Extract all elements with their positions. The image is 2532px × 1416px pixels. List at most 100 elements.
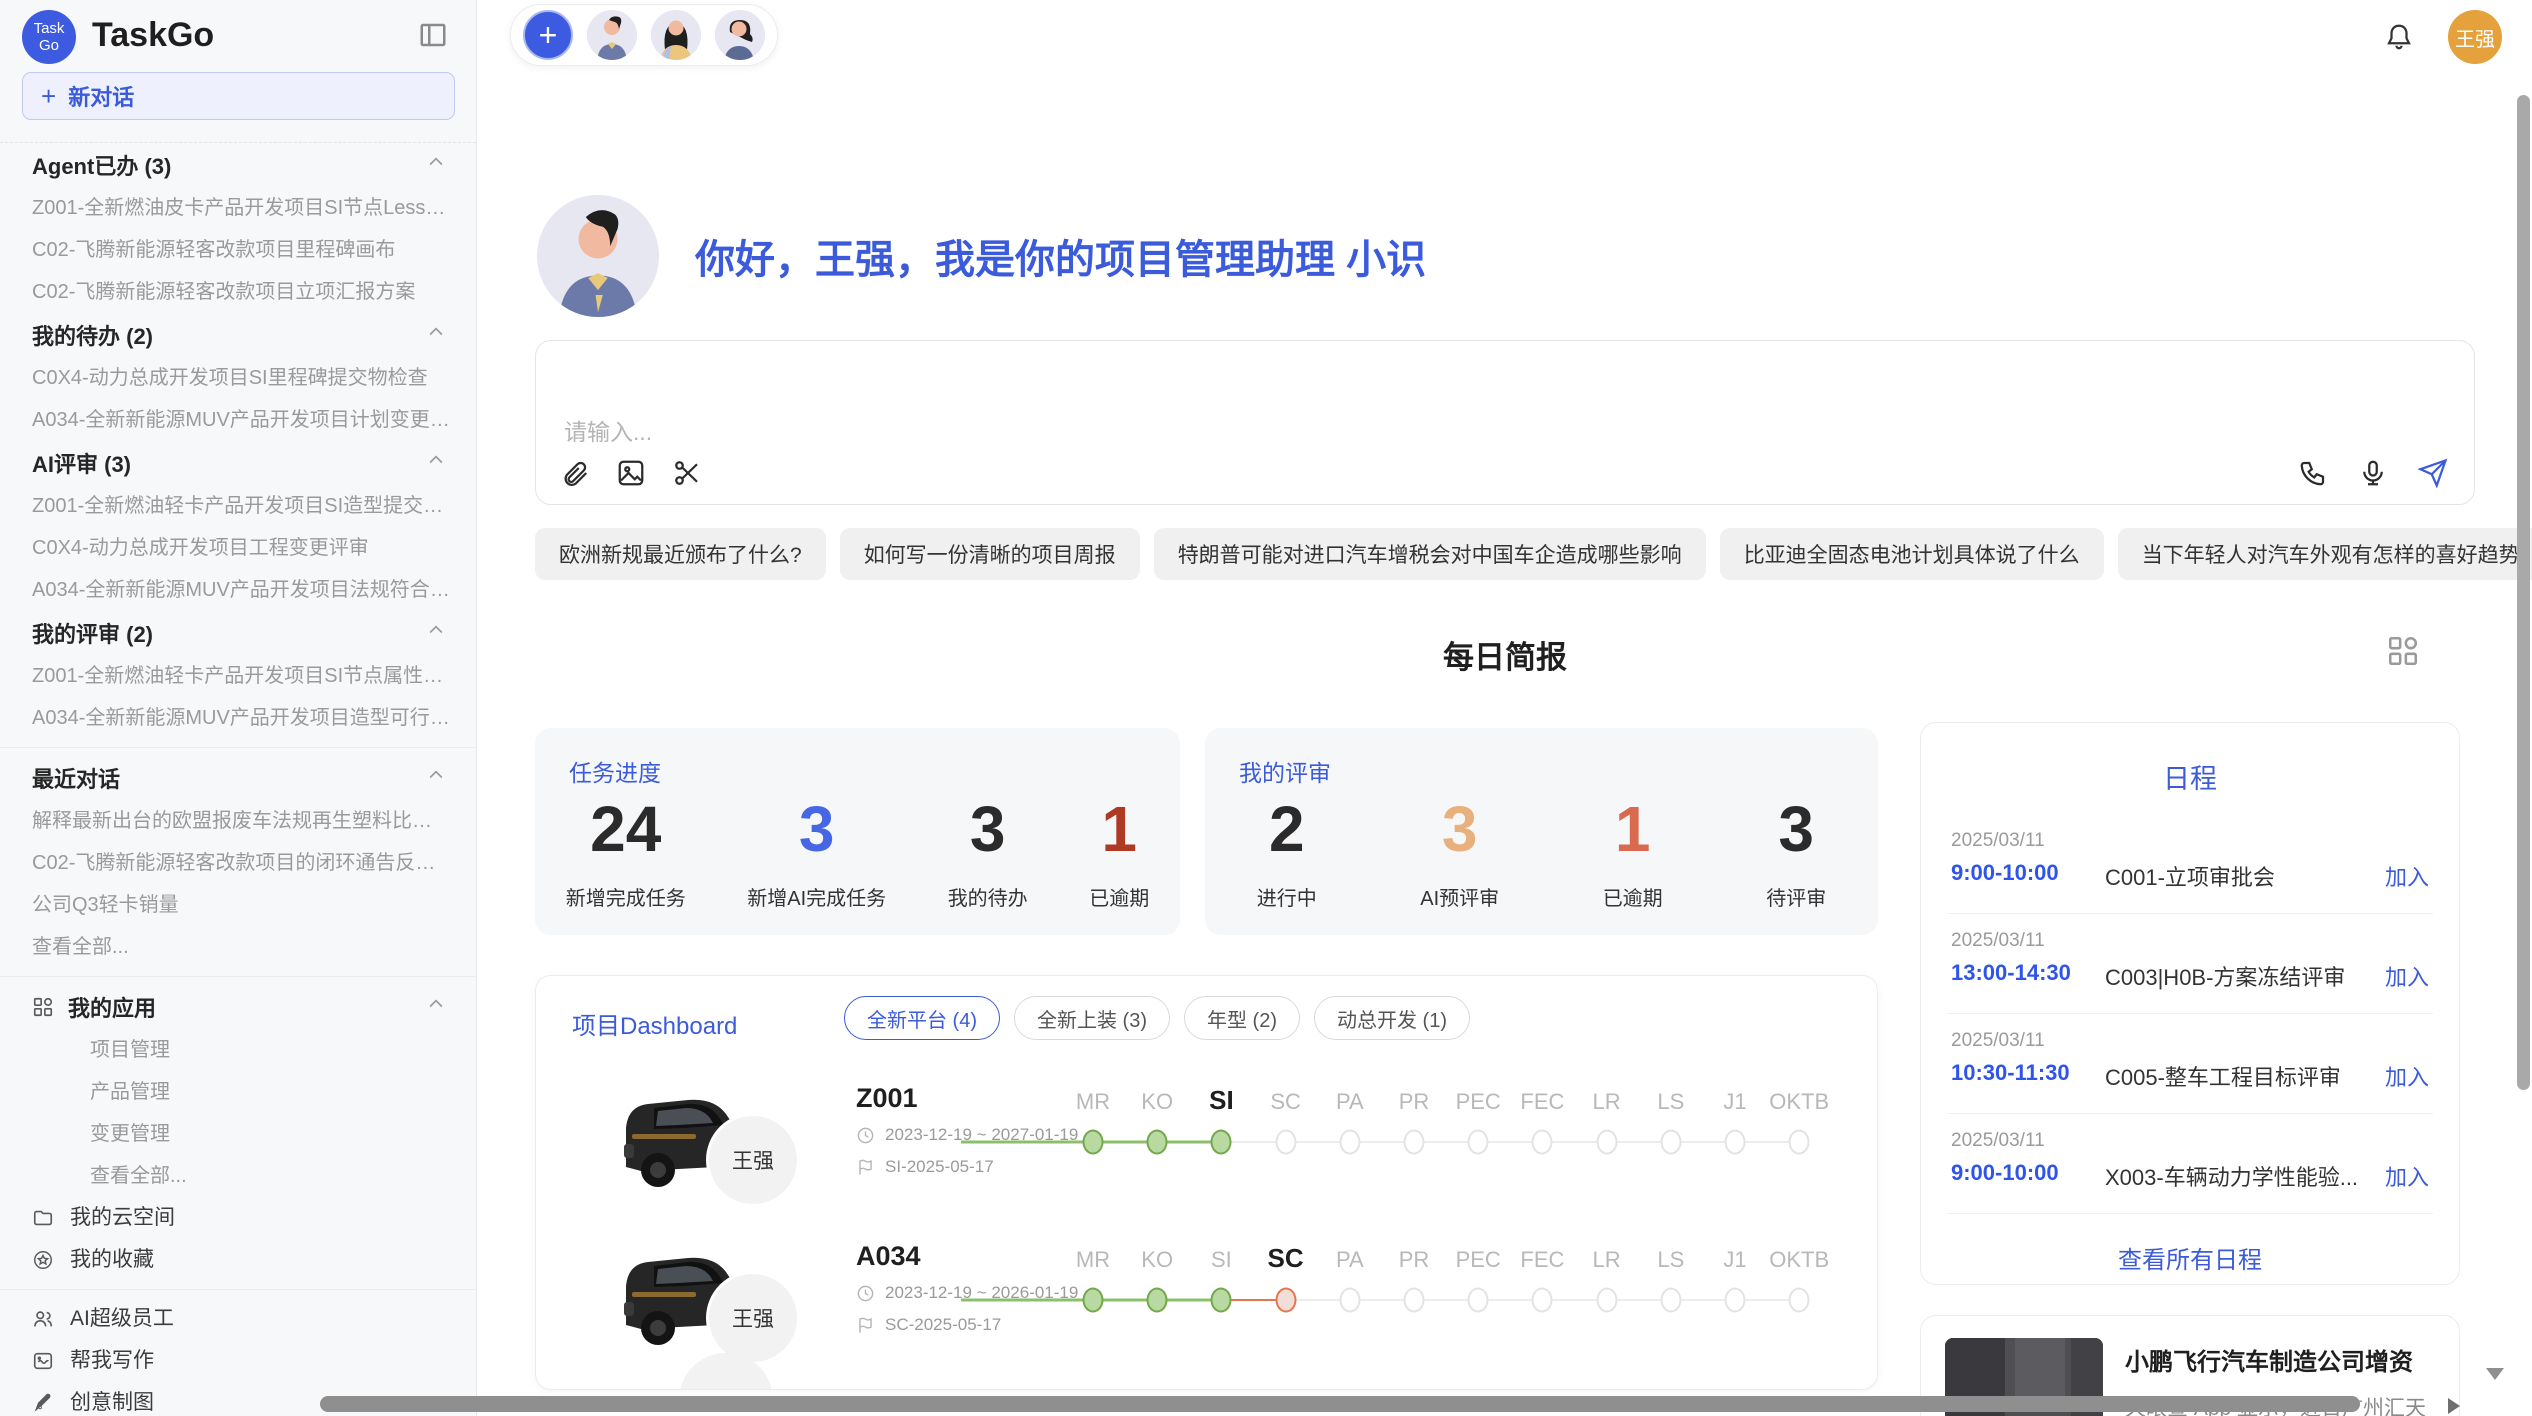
user-avatar[interactable]: 王强 bbox=[2448, 10, 2502, 64]
layout-grid-icon[interactable] bbox=[2386, 634, 2420, 668]
sidebar-task-item[interactable]: C0X4-动力总成开发项目SI里程碑提交物检查 bbox=[0, 357, 476, 399]
add-agent-button[interactable]: + bbox=[523, 10, 573, 60]
sidebar-task-item[interactable]: Z001-全新燃油轻卡产品开发项目SI节点属性5D文件评审 bbox=[0, 655, 476, 697]
scroll-right-arrow[interactable] bbox=[2448, 1398, 2460, 1414]
sidebar-group-header-2[interactable]: AI评审 (3) bbox=[0, 441, 476, 485]
sidebar-footer-item-0[interactable]: AI超级员工 bbox=[0, 1298, 476, 1340]
suggestion-chip[interactable]: 欧洲新规最近颁布了什么? bbox=[535, 528, 826, 580]
briefing-title: 每日简报 bbox=[535, 632, 2475, 677]
suggestion-chip[interactable]: 特朗普可能对进口汽车增税会对中国车企造成哪些影响 bbox=[1154, 528, 1706, 580]
chevron-up-icon[interactable] bbox=[426, 765, 446, 791]
milestone-dot-KO bbox=[1147, 1130, 1168, 1155]
chevron-up-icon[interactable] bbox=[426, 450, 446, 476]
sidebar-task-item[interactable]: A034-全新新能源MUV产品开发项目法规符合性评审 bbox=[0, 569, 476, 611]
sidebar-collapse-icon[interactable] bbox=[418, 20, 448, 50]
scroll-down-arrow[interactable] bbox=[2486, 1368, 2504, 1380]
milestone-dot-SI bbox=[1211, 1130, 1232, 1155]
flag-icon bbox=[856, 1316, 875, 1335]
event-join-link[interactable]: 加入 bbox=[2385, 1060, 2429, 1092]
dashboard-filter-chip[interactable]: 动总开发 (1) bbox=[1314, 996, 1470, 1040]
news-title: 小鹏飞行汽车制造公司增资 bbox=[2125, 1342, 2413, 1377]
dashboard-filter-chip[interactable]: 全新平台 (4) bbox=[844, 996, 1000, 1040]
suggestion-chip[interactable]: 如何写一份清晰的项目周报 bbox=[840, 528, 1140, 580]
new-chat-label: 新对话 bbox=[68, 80, 134, 112]
new-chat-button[interactable]: + 新对话 bbox=[22, 72, 455, 120]
sidebar-recent-header[interactable]: 最近对话 bbox=[0, 756, 476, 800]
input-toolbar-right bbox=[2298, 458, 2448, 488]
milestone-dot-PA bbox=[1339, 1288, 1360, 1313]
sidebar-divider bbox=[0, 1289, 476, 1290]
project-row-Z001[interactable]: 王强Z0012023-12-19 ~ 2027-01-19SI-2025-05-… bbox=[536, 1061, 1877, 1219]
topbar-right: 王强 bbox=[2384, 10, 2502, 64]
event-join-link[interactable]: 加入 bbox=[2385, 860, 2429, 892]
milestone-label-KO: KO bbox=[1141, 1089, 1173, 1115]
event-join-link[interactable]: 加入 bbox=[2385, 1160, 2429, 1192]
send-icon[interactable] bbox=[2418, 458, 2448, 488]
sidebar-group-header-0[interactable]: Agent已办 (3) bbox=[0, 143, 476, 187]
sidebar-task-item[interactable]: C02-飞腾新能源轻客改款项目立项汇报方案 bbox=[0, 271, 476, 313]
sidebar-footer-item-1[interactable]: 帮我写作 bbox=[0, 1340, 476, 1382]
favorites-item[interactable]: 我的收藏 bbox=[0, 1239, 476, 1281]
milestone-label-PA: PA bbox=[1336, 1089, 1364, 1115]
event-join-link[interactable]: 加入 bbox=[2385, 960, 2429, 992]
notification-bell-icon[interactable] bbox=[2384, 22, 2414, 52]
stat-columns: 2进行中3AI预评审1已逾期3待评审 bbox=[1205, 790, 1878, 911]
sidebar-task-item[interactable]: C02-飞腾新能源轻客改款项目里程碑画布 bbox=[0, 229, 476, 271]
phone-call-icon[interactable] bbox=[2298, 458, 2328, 488]
sidebar-group-header-1[interactable]: 我的待办 (2) bbox=[0, 313, 476, 357]
sidebar-apps-header[interactable]: 我的应用 bbox=[0, 985, 476, 1029]
logo-line2: Go bbox=[39, 37, 59, 54]
stat-columns: 24新增完成任务3新增AI完成任务3我的待办1已逾期 bbox=[535, 790, 1180, 911]
agent-avatar-1[interactable] bbox=[587, 10, 637, 60]
attachment-icon[interactable] bbox=[560, 458, 590, 488]
chevron-up-icon[interactable] bbox=[426, 620, 446, 646]
chevron-up-icon[interactable] bbox=[426, 152, 446, 178]
sidebar-task-item[interactable]: Z001-全新燃油轻卡产品开发项目SI造型提交物评审 bbox=[0, 485, 476, 527]
chat-input-card[interactable]: 请输入... bbox=[535, 340, 2475, 505]
image-icon[interactable] bbox=[616, 458, 646, 488]
stat-value: 3 bbox=[747, 790, 886, 868]
recent-chat-item[interactable]: C02-飞腾新能源轻客改款项目的闭环通告反馈情况 bbox=[0, 842, 476, 884]
sidebar-task-item[interactable]: C0X4-动力总成开发项目工程变更评审 bbox=[0, 527, 476, 569]
recent-view-all-link[interactable]: 查看全部... bbox=[0, 926, 476, 968]
agent-avatar-3[interactable] bbox=[715, 10, 765, 60]
dashboard-filter-chip[interactable]: 年型 (2) bbox=[1184, 996, 1300, 1040]
project-row-A034[interactable]: 王强A0342023-12-19 ~ 2026-01-19SC-2025-05-… bbox=[536, 1219, 1877, 1377]
milestone-label-FEC: FEC bbox=[1520, 1089, 1564, 1115]
sidebar-task-item[interactable]: A034-全新新能源MUV产品开发项目计划变更表编写 bbox=[0, 399, 476, 441]
app-item[interactable]: 项目管理 bbox=[0, 1029, 476, 1071]
vertical-scrollbar[interactable] bbox=[2517, 95, 2530, 1090]
sidebar-divider bbox=[0, 976, 476, 977]
apps-grid-icon bbox=[32, 996, 54, 1018]
scissors-icon[interactable] bbox=[672, 458, 702, 488]
dashboard-filter-chip[interactable]: 全新上装 (3) bbox=[1014, 996, 1170, 1040]
schedule-title: 日程 bbox=[1921, 757, 2459, 796]
suggestion-chip[interactable]: 比亚迪全固态电池计划具体说了什么 bbox=[1720, 528, 2104, 580]
horizontal-scrollbar[interactable] bbox=[320, 1396, 2360, 1412]
event-name: X003-车辆动力学性能验... bbox=[2105, 1160, 2365, 1192]
app-item[interactable]: 变更管理 bbox=[0, 1113, 476, 1155]
schedule-event-row: 2025/03/119:00-10:00X003-车辆动力学性能验...加入 bbox=[1947, 1114, 2433, 1214]
schedule-view-all-link[interactable]: 查看所有日程 bbox=[1921, 1240, 2459, 1275]
milestone-line-pending bbox=[1221, 1141, 1799, 1143]
milestone-dot-PEC bbox=[1468, 1288, 1489, 1313]
sidebar-group-header-3[interactable]: 我的评审 (2) bbox=[0, 611, 476, 655]
recent-chat-item[interactable]: 公司Q3轻卡销量 bbox=[0, 884, 476, 926]
suggestion-chip[interactable]: 当下年轻人对汽车外观有怎样的喜好趋势 bbox=[2118, 528, 2532, 580]
app-item[interactable]: 产品管理 bbox=[0, 1071, 476, 1113]
microphone-icon[interactable] bbox=[2358, 458, 2388, 488]
chevron-up-icon[interactable] bbox=[426, 994, 446, 1020]
apps-view-all-link[interactable]: 查看全部... bbox=[0, 1155, 476, 1197]
milestone-dot-SI bbox=[1211, 1288, 1232, 1313]
recent-chat-item[interactable]: 解释最新出台的欧盟报废车法规再生塑料比例被调至15%... bbox=[0, 800, 476, 842]
sidebar-task-item[interactable]: Z001-全新燃油皮卡产品开发项目SI节点Lesson Learn报告 bbox=[0, 187, 476, 229]
cloud-space-item[interactable]: 我的云空间 bbox=[0, 1197, 476, 1239]
sidebar-task-item[interactable]: A034-全新新能源MUV产品开发项目造型可行性评审 bbox=[0, 697, 476, 739]
agent-pill-bar: + bbox=[510, 4, 778, 66]
briefing-card-title: 任务进度 bbox=[569, 754, 661, 788]
agent-avatar-2[interactable] bbox=[651, 10, 701, 60]
milestone-label-SC: SC bbox=[1270, 1089, 1301, 1115]
milestone-dot-PEC bbox=[1468, 1130, 1489, 1155]
schedule-event-row: 2025/03/1110:30-11:30C005-整车工程目标评审加入 bbox=[1947, 1014, 2433, 1114]
chevron-up-icon[interactable] bbox=[426, 322, 446, 348]
